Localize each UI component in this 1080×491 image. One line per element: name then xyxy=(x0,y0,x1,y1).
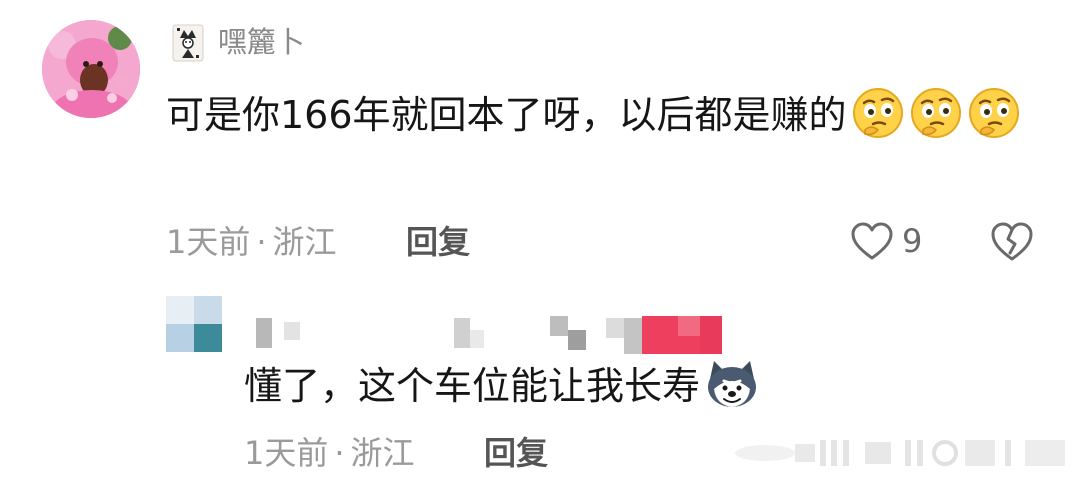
blur-tile xyxy=(470,330,484,348)
reply-location: 浙江 xyxy=(350,434,415,472)
blur-tile xyxy=(700,316,722,354)
blur-tile xyxy=(606,318,624,338)
blur-tile xyxy=(642,316,678,354)
comment-time: 1天前 xyxy=(166,223,251,261)
blur-tile xyxy=(454,318,470,348)
blur-tile xyxy=(194,296,222,324)
meta-separator: · xyxy=(334,434,345,472)
blur-tile xyxy=(678,316,700,336)
comment-meta: 1天前 · 浙江 xyxy=(166,222,337,262)
reply-time: 1天前 xyxy=(244,434,329,472)
blur-tile xyxy=(194,324,222,352)
comment-text: 可是你166年就回本了呀，以后都是赚的 xyxy=(166,93,847,137)
husky-dog-emoji-icon xyxy=(704,359,760,409)
thinking-face-emoji-icon xyxy=(967,86,1021,140)
like-button[interactable]: 9 xyxy=(850,218,922,264)
avatar-image xyxy=(42,20,140,118)
blur-tile xyxy=(284,322,300,340)
thinking-face-emoji-icon xyxy=(851,86,905,140)
reply-button[interactable]: 回复 xyxy=(484,433,548,473)
blurred-username[interactable] xyxy=(254,312,734,356)
blur-tile xyxy=(256,318,272,348)
reply-button[interactable]: 回复 xyxy=(406,222,470,262)
watermark-logo xyxy=(725,430,1075,476)
reply-meta: 1天前 · 浙江 xyxy=(244,433,415,473)
reply-body: 懂了，这个车位能让我长寿 xyxy=(244,358,760,414)
like-count: 9 xyxy=(902,222,923,260)
joker-card-badge-icon xyxy=(172,24,204,62)
reply-text: 懂了，这个车位能让我长寿 xyxy=(244,364,701,408)
avatar[interactable] xyxy=(166,296,222,352)
meta-separator: · xyxy=(256,223,267,261)
comment-thread: 嘿籭卜 可是你166年就回本了呀，以后都是赚的 1天前 · 浙江 回复 9 懂了… xyxy=(0,0,1080,491)
comment-username[interactable]: 嘿籭卜 xyxy=(218,22,305,62)
comment-location: 浙江 xyxy=(272,223,337,261)
blur-tile xyxy=(166,324,194,352)
blur-tile xyxy=(678,336,700,354)
heart-outline-icon xyxy=(851,222,893,260)
comment-body: 可是你166年就回本了呀，以后都是赚的 xyxy=(166,80,1046,150)
avatar[interactable] xyxy=(42,20,140,118)
dislike-button[interactable] xyxy=(990,220,1034,262)
blur-tile xyxy=(624,318,642,354)
blur-tile xyxy=(550,316,568,336)
blur-tile xyxy=(568,330,586,350)
blur-tile xyxy=(166,296,194,324)
broken-heart-icon xyxy=(991,222,1033,261)
thinking-face-emoji-icon xyxy=(909,86,963,140)
